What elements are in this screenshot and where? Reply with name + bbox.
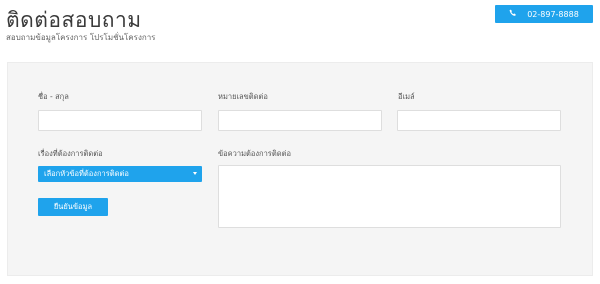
phone-input[interactable] bbox=[218, 110, 382, 131]
phone-button[interactable]: 02-897-8888 bbox=[495, 5, 593, 23]
phone-label: หมายเลขติดต่อ bbox=[218, 92, 268, 101]
phone-icon bbox=[509, 9, 517, 19]
submit-button[interactable]: ยืนยันข้อมูล bbox=[38, 198, 108, 216]
message-label: ข้อความต้องการติดต่อ bbox=[218, 149, 291, 158]
page-subtitle: สอบถามข้อมูลโครงการ โปรโมชั่นโครงการ bbox=[6, 33, 156, 42]
phone-number: 02-897-8888 bbox=[527, 9, 579, 19]
email-input[interactable] bbox=[397, 110, 561, 131]
name-label: ชื่อ - สกุล bbox=[38, 92, 69, 101]
topic-label: เรื่องที่ต้องการติดต่อ bbox=[38, 149, 103, 158]
topic-select[interactable]: เลือกหัวข้อที่ต้องการติดต่อ bbox=[38, 166, 202, 182]
name-input[interactable] bbox=[38, 110, 202, 131]
contact-form: ชื่อ - สกุล หมายเลขติดต่อ อีเมล์ เรื่องท… bbox=[7, 62, 593, 276]
email-label: อีเมล์ bbox=[398, 92, 415, 101]
chevron-down-icon bbox=[193, 172, 197, 175]
topic-select-value: เลือกหัวข้อที่ต้องการติดต่อ bbox=[44, 169, 129, 178]
message-textarea[interactable] bbox=[218, 165, 561, 228]
